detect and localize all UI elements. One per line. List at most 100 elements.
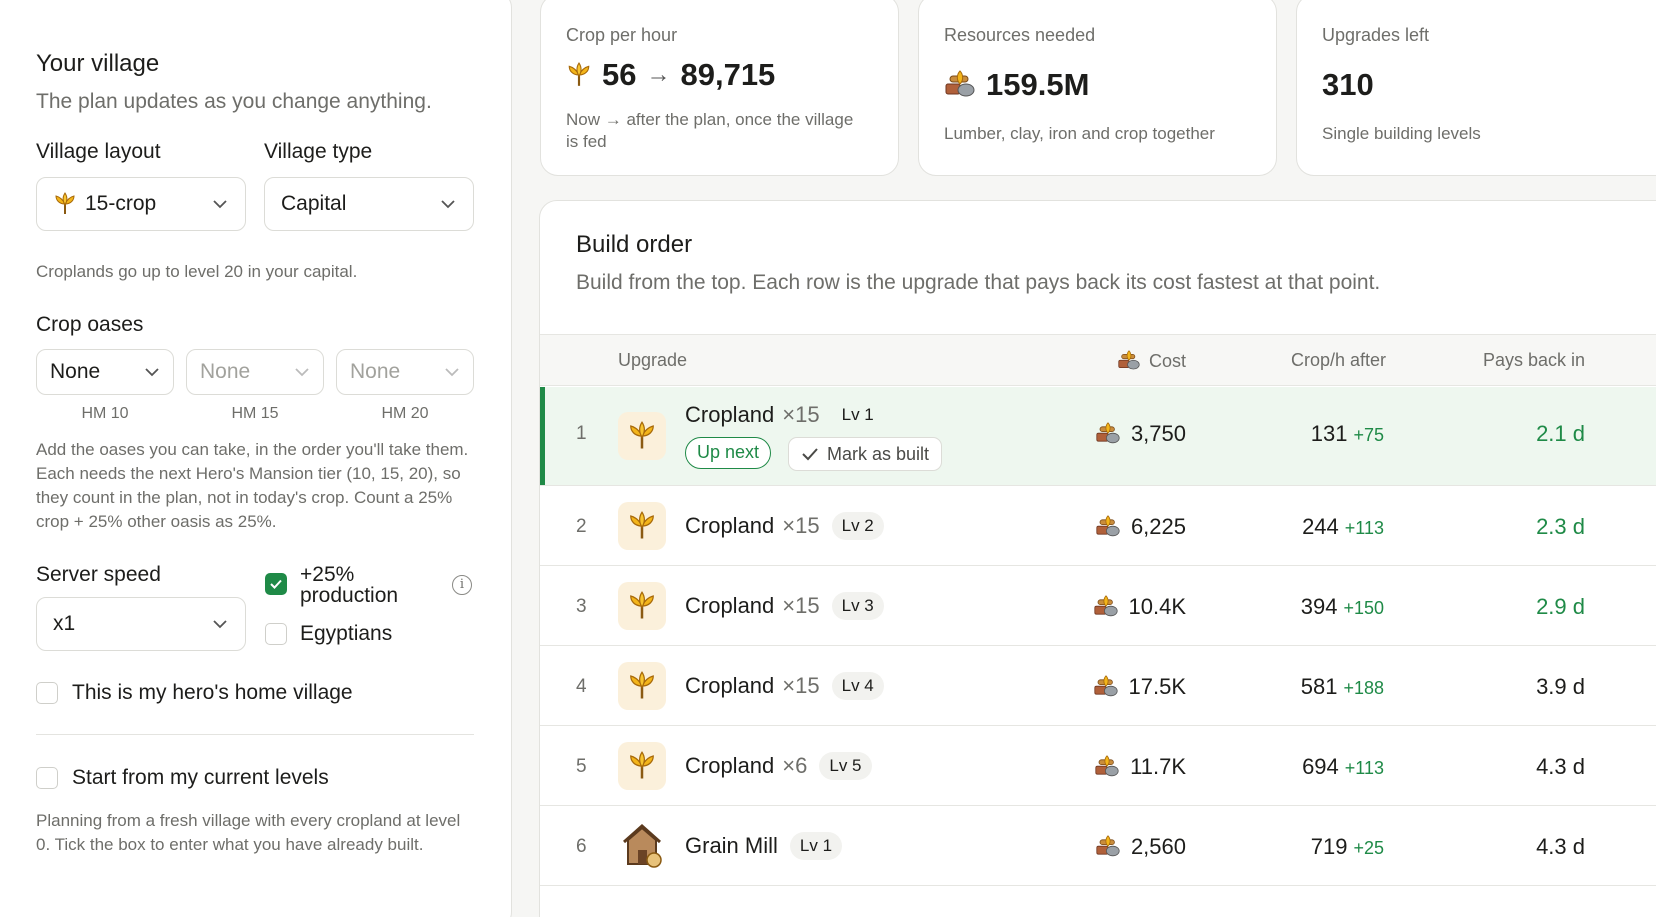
oases-note: Add the oases you can take, in the order… (36, 440, 469, 531)
production-bonus-label: +25% production (300, 563, 399, 607)
upgrade-name: Cropland ×15 Lv 4 (685, 672, 884, 700)
capital-note: Croplands go up to level 20 in your capi… (36, 262, 358, 281)
egyptians-label: Egyptians (300, 622, 393, 645)
building-name: Cropland (685, 402, 775, 427)
village-type-value: Capital (281, 192, 347, 215)
table-row[interactable]: 3 Cropland ×15 Lv 3 10.4K 394 +150 2.9 d (540, 566, 1656, 646)
crop-icon (568, 62, 590, 86)
table-row[interactable]: 5 Cropland ×6 Lv 5 11.7K 694 +113 4.3 d (540, 726, 1656, 806)
cropland-icon-wrap (618, 742, 666, 790)
payback-time: 2.9 d (1536, 594, 1585, 619)
oasis-select-value: None (350, 360, 401, 383)
current-levels-note: Planning from a fresh village with every… (36, 811, 461, 854)
building-count: ×6 (782, 753, 808, 778)
oasis-select-3[interactable]: None (336, 349, 474, 395)
crop-after: 719 +25 (1311, 834, 1384, 860)
village-layout-select[interactable]: 15-crop (36, 177, 246, 231)
resources-icon (1095, 755, 1119, 777)
village-type-select[interactable]: Capital (264, 177, 474, 231)
village-type-label: Village type (264, 140, 373, 163)
upgrade-name: Cropland ×15 Lv 2 (685, 512, 884, 540)
table-row[interactable]: 1 Cropland ×15 Lv 1 Up next Mark as built 3,75… (540, 387, 1656, 486)
oasis-select-1[interactable]: None (36, 349, 174, 395)
crop-after-value: 719 (1310, 834, 1348, 859)
upgrades-left-card: Upgrades left 310 Single building levels (1296, 0, 1656, 176)
crop-delta: +25 (1353, 838, 1384, 858)
crop-after-value: 131 (1310, 421, 1348, 446)
crop-after: 131 +75 (1311, 421, 1384, 447)
resources-needed-value-wrap: 159.5M (944, 67, 1089, 103)
mark-as-built-button[interactable]: Mark as built (788, 437, 943, 471)
crop-after-value: 694 (1302, 754, 1339, 779)
server-speed-label: Server speed (36, 563, 161, 586)
info-icon[interactable]: i (452, 575, 472, 595)
resources-needed-card: Resources needed 159.5M Lumber, clay, ir… (918, 0, 1277, 176)
chevron-down-icon (295, 368, 309, 377)
column-cost: Cost (1117, 350, 1186, 372)
crop-after: 581 +188 (1301, 674, 1384, 700)
checkmark-icon (270, 579, 282, 589)
panel-title: Your village (36, 50, 160, 77)
oasis-caption: HM 20 (381, 405, 429, 422)
upgrade-name: Grain Mill Lv 1 (685, 832, 843, 860)
level-badge: Lv 2 (831, 512, 884, 540)
upgrade-cost: 17.5K (1093, 674, 1186, 700)
grain-mill-icon-wrap (618, 822, 666, 870)
cost-value: 6,225 (1130, 514, 1186, 539)
upgrade-cost: 2,560 (1095, 834, 1186, 860)
payback-time: 2.3 d (1536, 514, 1585, 539)
build-order-subtitle: Build from the top. Each row is the upgr… (576, 271, 1381, 294)
column-upgrade: Upgrade (618, 350, 688, 370)
building-name: Cropland (685, 593, 775, 618)
crop-per-hour-card: Crop per hour 56 → 89,715 Now → after th… (540, 0, 899, 176)
level-badge: Lv 1 (789, 832, 843, 860)
upgrade-cost: 6,225 (1095, 514, 1186, 540)
building-count: ×15 (782, 513, 820, 538)
row-number: 4 (576, 676, 587, 697)
crop-per-hour-note: Now → after the plan, once the village i… (566, 110, 854, 151)
hero-home-checkbox[interactable] (36, 682, 58, 704)
resources-icon (1096, 422, 1120, 444)
server-speed-select[interactable]: x1 (36, 597, 246, 651)
building-count: ×15 (782, 673, 820, 698)
column-pays: Pays back in (1482, 350, 1585, 370)
resources-icon (1096, 515, 1120, 537)
production-bonus-checkbox[interactable] (265, 573, 287, 595)
table-row[interactable]: 2 Cropland ×15 Lv 2 6,225 244 +113 2.3 d (540, 486, 1656, 566)
crop-after: 694 +113 (1302, 754, 1384, 780)
build-order-panel: Build order Build from the top. Each row… (539, 200, 1656, 917)
upgrade-cost: 3,750 (1095, 421, 1186, 447)
cost-value: 11.7K (1130, 754, 1186, 779)
building-name: Cropland (685, 753, 775, 778)
chevron-down-icon (213, 620, 227, 629)
row-number: 1 (576, 423, 587, 444)
build-order-title: Build order (576, 231, 693, 258)
column-croph: Crop/h after (1290, 350, 1386, 370)
chevron-down-icon (445, 368, 459, 377)
row-number: 6 (576, 836, 587, 857)
current-levels-label: Start from my current levels (72, 766, 329, 789)
resources-icon (945, 70, 975, 97)
mark-as-built-label: Mark as built (827, 444, 930, 464)
table-row[interactable]: 6 Grain Mill Lv 1 2,560 719 +25 4.3 d (540, 806, 1656, 886)
crop-after-value: 581 (1300, 674, 1338, 699)
crop-now-value: 56 (602, 57, 637, 92)
oasis-select-2[interactable]: None (186, 349, 324, 395)
current-levels-checkbox[interactable] (36, 767, 58, 789)
resources-icon (1096, 835, 1120, 857)
upgrades-left-note: Single building levels (1322, 124, 1481, 143)
resources-needed-label: Resources needed (944, 25, 1096, 45)
building-name: Grain Mill (685, 833, 778, 858)
oasis-caption: HM 15 (231, 405, 279, 422)
upgrade-cost: 11.7K (1094, 754, 1186, 780)
table-header: Upgrade Cost Crop/h after Pays back in (540, 334, 1656, 386)
resources-needed-value: 159.5M (986, 67, 1090, 102)
egyptians-checkbox[interactable] (265, 623, 287, 645)
crop-after-value: 394 (1300, 594, 1338, 619)
oasis-select-value: None (200, 360, 251, 383)
divider (36, 734, 474, 735)
row-number: 5 (576, 756, 587, 777)
resources-needed-note: Lumber, clay, iron and crop together (944, 124, 1215, 143)
crop-delta: +113 (1344, 758, 1384, 778)
table-row[interactable]: 4 Cropland ×15 Lv 4 17.5K 581 +188 3.9 d (540, 646, 1656, 726)
